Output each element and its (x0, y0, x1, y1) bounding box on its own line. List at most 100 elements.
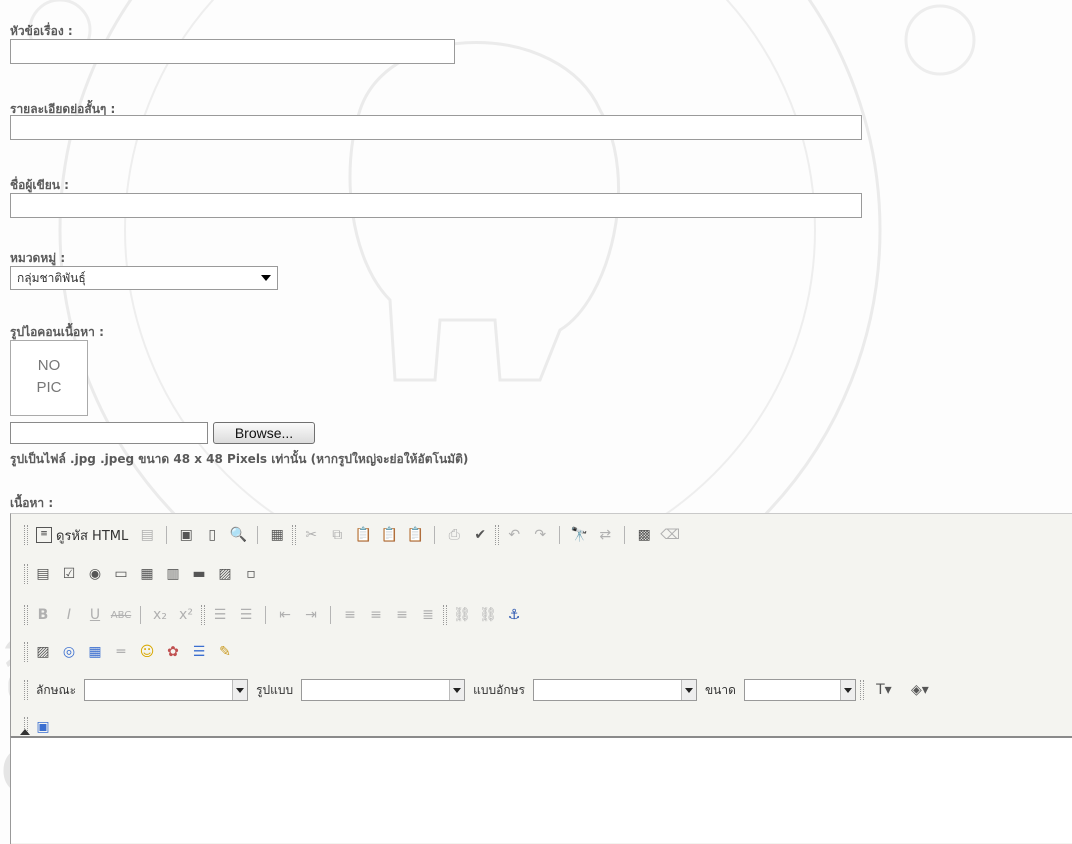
indent-icon[interactable]: ⇥ (300, 604, 322, 626)
nopic-line1: NO (37, 357, 61, 374)
find-icon[interactable]: 🔭 (568, 524, 590, 546)
eraser-icon[interactable]: ⌫ (659, 524, 681, 546)
horizontal-rule-icon[interactable]: ═ (110, 641, 132, 663)
paste-text-icon[interactable]: 📋 (378, 524, 400, 546)
source-icon: ≡ (36, 527, 52, 543)
toolbar-grip[interactable] (201, 605, 205, 625)
smiley-icon[interactable]: ☺ (136, 641, 158, 663)
spellcheck-icon[interactable]: ✔ (469, 524, 491, 546)
unlink-icon[interactable]: ⛓ (477, 604, 499, 626)
size-label: ขนาด (704, 682, 736, 697)
page-break-icon[interactable]: ☰ (188, 641, 210, 663)
source-label: ดูรหัส HTML (56, 528, 129, 544)
toolbar-grip[interactable] (24, 680, 28, 700)
select-all-icon[interactable]: ▩ (633, 524, 655, 546)
templates-icon[interactable]: ▤ (136, 524, 158, 546)
author-input[interactable] (10, 193, 862, 218)
toolbar-grip[interactable] (24, 525, 28, 545)
broom-icon[interactable]: ✎ (214, 641, 236, 663)
replace-icon[interactable]: ⇄ (594, 524, 616, 546)
save-icon[interactable]: ▣ (175, 524, 197, 546)
underline-icon[interactable]: U (84, 604, 106, 626)
bg-color-icon[interactable]: ◈▾ (904, 679, 936, 701)
text-color-icon[interactable]: T▾ (868, 679, 900, 701)
subscript-icon[interactable]: x₂ (149, 604, 171, 626)
format-combo[interactable] (301, 679, 466, 701)
nopic-line2: PIC (36, 379, 62, 396)
image-button-icon[interactable]: ▨ (214, 563, 236, 585)
align-center-icon[interactable]: ≡ (365, 604, 387, 626)
toolbar-row-5: ลักษณะ รูปแบบ แบบอักษร ขนาด T▾ ◈▾ (24, 679, 936, 701)
redo-icon[interactable]: ↷ (529, 524, 551, 546)
chevron-down-icon (680, 680, 696, 700)
toolbar-grip[interactable] (24, 564, 28, 584)
outdent-icon[interactable]: ⇤ (274, 604, 296, 626)
new-page-icon[interactable]: ▯ (201, 524, 223, 546)
text-field-icon[interactable]: ▭ (110, 563, 132, 585)
chevron-down-icon (261, 275, 271, 281)
summary-input[interactable] (10, 115, 862, 140)
category-select[interactable]: กลุ่มชาติพันธุ์ (10, 266, 278, 290)
category-selected-value: กลุ่มชาติพันธุ์ (17, 271, 86, 285)
toolbar-row-1: ≡ ดูรหัส HTML ▤ ▣ ▯ 🔍 ▦ ✂ ⧉ 📋 📋 📋 ⎙ ✔ ↶ … (24, 524, 681, 546)
table-icon[interactable]: ▦ (84, 641, 106, 663)
print-icon[interactable]: ⎙ (443, 524, 465, 546)
bold-icon[interactable]: B (32, 604, 54, 626)
toolbar-grip[interactable] (292, 525, 297, 545)
chevron-down-icon (232, 680, 248, 700)
undo-icon[interactable]: ↶ (503, 524, 525, 546)
preview-icon[interactable]: 🔍 (227, 524, 249, 546)
special-char-icon[interactable]: ✿ (162, 641, 184, 663)
link-icon[interactable]: ⛓ (451, 604, 473, 626)
file-note: รูปเป็นไฟล์ .jpg .jpeg ขนาด 48 x 48 Pixe… (10, 452, 469, 466)
font-combo[interactable] (532, 679, 697, 701)
show-blocks-icon[interactable]: ▣ (32, 716, 54, 738)
toolbar-row-2: ▤ ☑ ◉ ▭ ▦ ▥ ▬ ▨ ▫ (24, 563, 262, 585)
format-label: รูปแบบ (256, 682, 294, 697)
content-label: เนื้อหา : (10, 496, 54, 510)
radio-icon[interactable]: ◉ (84, 563, 106, 585)
anchor-icon[interactable]: ⚓ (503, 604, 525, 626)
italic-icon[interactable]: I (58, 604, 80, 626)
size-combo[interactable] (743, 679, 856, 701)
bullet-list-icon[interactable]: ☰ (235, 604, 257, 626)
file-path-input[interactable] (10, 422, 208, 444)
chevron-down-icon (449, 680, 465, 700)
source-button[interactable]: ≡ ดูรหัส HTML (32, 525, 132, 546)
toolbar-row-4: ▨ ◎ ▦ ═ ☺ ✿ ☰ ✎ (24, 641, 236, 663)
toolbar-grip[interactable] (24, 605, 28, 625)
select-field-icon[interactable]: ▥ (162, 563, 184, 585)
paste-icon[interactable]: 📋 (352, 524, 374, 546)
title-input[interactable] (10, 39, 455, 64)
browse-button[interactable]: Browse... (213, 422, 315, 444)
style-label: ลักษณะ (36, 682, 77, 697)
document-icon[interactable]: ▦ (266, 524, 288, 546)
toolbar-row-3: B I U ABC x₂ x² ☰ ☰ ⇤ ⇥ ≡ ≡ ≡ ≣ ⛓ ⛓ ⚓ (24, 604, 525, 626)
flash-icon[interactable]: ◎ (58, 641, 80, 663)
hidden-field-icon[interactable]: ▫ (240, 563, 262, 585)
image-icon[interactable]: ▨ (32, 641, 54, 663)
toolbar-grip[interactable] (24, 642, 28, 662)
editor-content-area[interactable] (10, 736, 1072, 843)
copy-icon[interactable]: ⧉ (326, 524, 348, 546)
paste-word-icon[interactable]: 📋 (404, 524, 426, 546)
toolbar-grip[interactable] (859, 680, 864, 700)
button-icon[interactable]: ▬ (188, 563, 210, 585)
align-justify-icon[interactable]: ≣ (417, 604, 439, 626)
align-right-icon[interactable]: ≡ (391, 604, 413, 626)
textarea-icon[interactable]: ▦ (136, 563, 158, 585)
superscript-icon[interactable]: x² (175, 604, 197, 626)
align-left-icon[interactable]: ≡ (339, 604, 361, 626)
font-label: แบบอักษร (473, 682, 525, 697)
strike-icon[interactable]: ABC (110, 604, 132, 626)
form-icon[interactable]: ▤ (32, 563, 54, 585)
numbered-list-icon[interactable]: ☰ (209, 604, 231, 626)
style-combo[interactable] (84, 679, 249, 701)
cut-icon[interactable]: ✂ (300, 524, 322, 546)
toolbar-grip[interactable] (443, 605, 447, 625)
chevron-down-icon (839, 680, 855, 700)
no-pic-placeholder: NO PIC (10, 340, 88, 416)
collapse-toolbar-icon[interactable] (20, 729, 30, 735)
toolbar-grip[interactable] (495, 525, 500, 545)
checkbox-icon[interactable]: ☑ (58, 563, 80, 585)
